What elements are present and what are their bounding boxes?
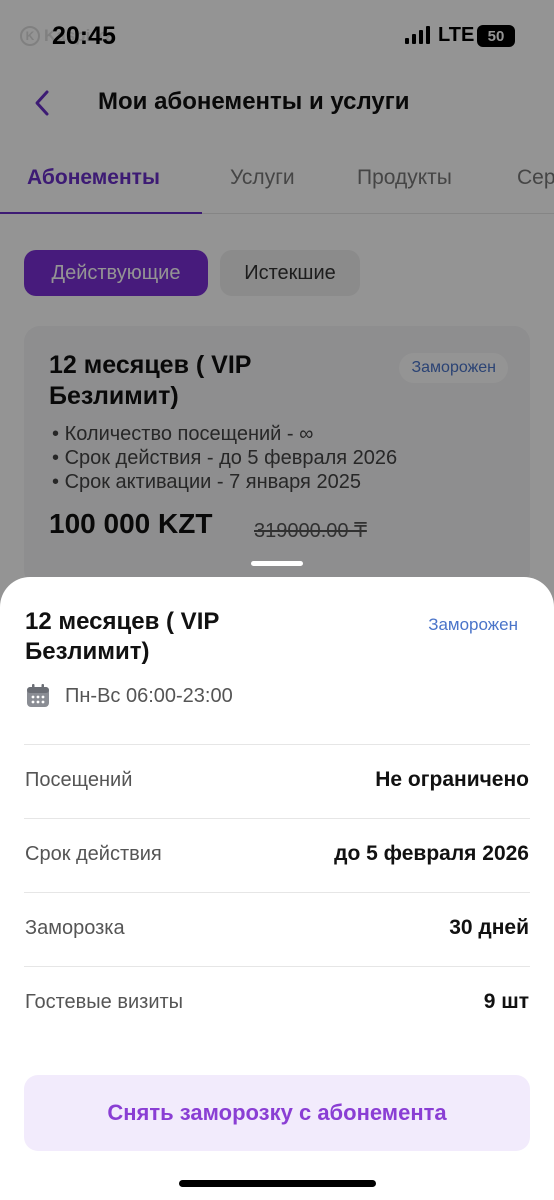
- bottom-sheet: 12 месяцев ( VIP Безлимит) Заморожен Пн-…: [0, 577, 554, 1200]
- info-row-validity: Срок действия до 5 февраля 2026: [24, 818, 530, 892]
- info-row-visits: Посещений Не ограничено: [24, 744, 530, 818]
- sheet-status-badge: Заморожен: [428, 615, 518, 634]
- row-value: 9 шт: [483, 990, 529, 1013]
- sheet-title: 12 месяцев ( VIP Безлимит): [25, 608, 219, 665]
- row-label: Посещений: [25, 769, 133, 791]
- row-value: Не ограничено: [375, 768, 529, 791]
- row-value: до 5 февраля 2026: [334, 842, 529, 865]
- unfreeze-button[interactable]: Снять заморозку с абонемента: [24, 1075, 530, 1151]
- schedule-text: Пн-Вс 06:00-23:00: [65, 684, 233, 707]
- home-indicator: [179, 1180, 376, 1187]
- calendar-icon: [27, 684, 49, 707]
- schedule: Пн-Вс 06:00-23:00: [25, 683, 233, 709]
- info-row-freeze: Заморозка 30 дней: [24, 892, 530, 966]
- sheet-grabber[interactable]: [251, 561, 303, 566]
- row-label: Срок действия: [25, 843, 162, 865]
- row-label: Гостевые визиты: [25, 991, 184, 1013]
- row-label: Заморозка: [25, 917, 125, 939]
- row-value: 30 дней: [449, 916, 529, 939]
- info-row-guest-visits: Гостевые визиты 9 шт: [24, 966, 530, 1040]
